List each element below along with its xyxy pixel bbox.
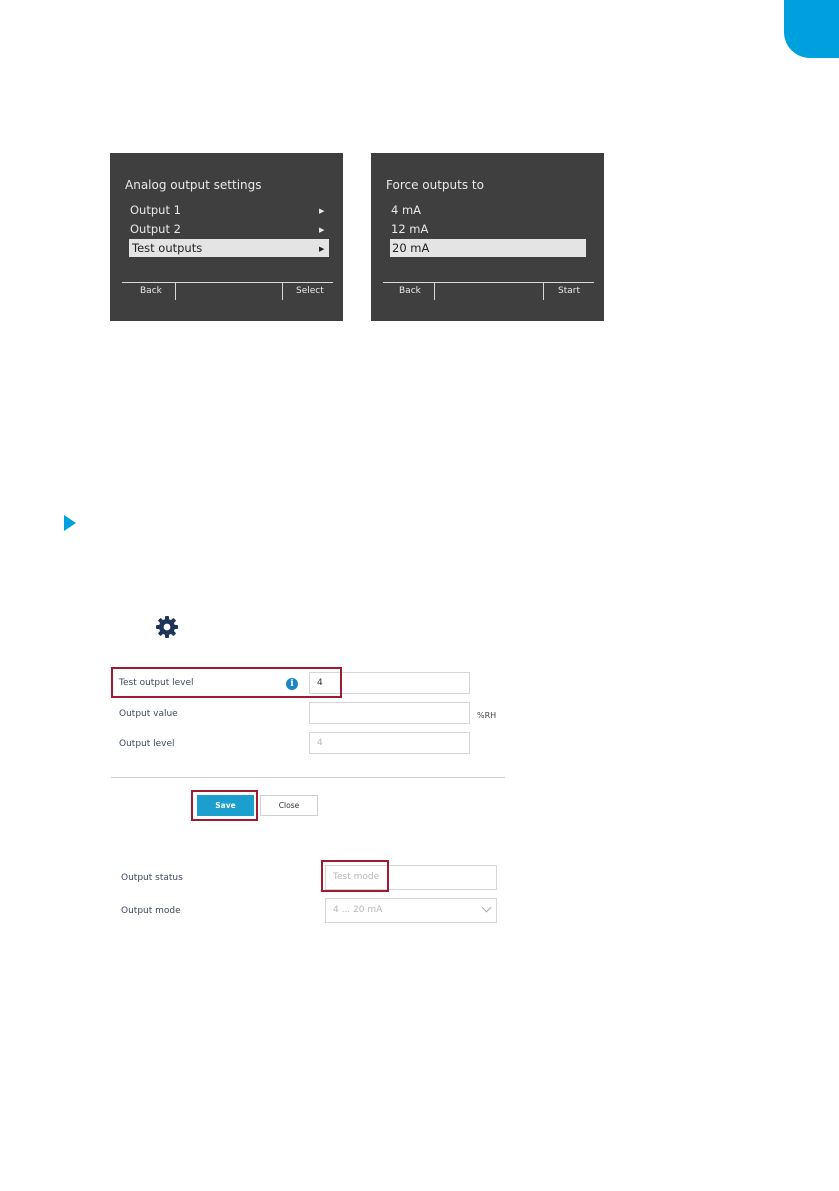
highlight-output-status [321,860,389,892]
play-triangle-icon [64,515,76,531]
divider [383,282,594,283]
device-screen-force-outputs: Force outputs to 4 mA 12 mA 20 mA Back S… [371,153,604,321]
output-level-label: Output level [119,739,175,749]
gear-icon[interactable] [155,615,179,639]
close-button[interactable]: Close [260,795,318,816]
output-value-unit: %RH [477,711,497,720]
menu-item-output-2[interactable]: Output 2 [130,220,320,238]
page-tab-marker [784,0,839,58]
softkey-back[interactable]: Back [399,286,421,296]
highlight-save-button [191,790,258,821]
chevron-right-icon: ▶ [319,245,325,253]
screen-title: Analog output settings [125,178,262,192]
device-screen-analog-output-settings: Analog output settings Output 1 ▶ Output… [110,153,343,321]
divider [543,282,544,300]
divider [282,282,283,300]
form-divider [111,777,505,778]
menu-item-20-ma[interactable]: 20 mA [390,239,586,257]
menu-item-test-outputs[interactable]: Test outputs [129,239,329,257]
divider [434,282,435,300]
divider [122,282,333,283]
output-value-label: Output value [119,709,178,719]
menu-item-4-ma[interactable]: 4 mA [391,201,421,219]
softkey-select[interactable]: Select [296,286,324,296]
output-mode-select: 4 ... 20 mA [325,898,497,923]
menu-item-output-1[interactable]: Output 1 [130,201,320,219]
chevron-right-icon: ▶ [319,226,325,234]
divider [175,282,176,300]
softkey-back[interactable]: Back [140,286,162,296]
softkey-start[interactable]: Start [558,286,580,296]
highlight-test-output-level [111,667,342,698]
chevron-right-icon: ▶ [319,207,325,215]
output-status-label: Output status [121,873,183,883]
output-value-field[interactable] [309,702,470,724]
output-mode-label: Output mode [121,906,181,916]
output-level-field: 4 [309,732,470,754]
menu-item-12-ma[interactable]: 12 mA [391,220,428,238]
screen-title: Force outputs to [386,178,484,192]
